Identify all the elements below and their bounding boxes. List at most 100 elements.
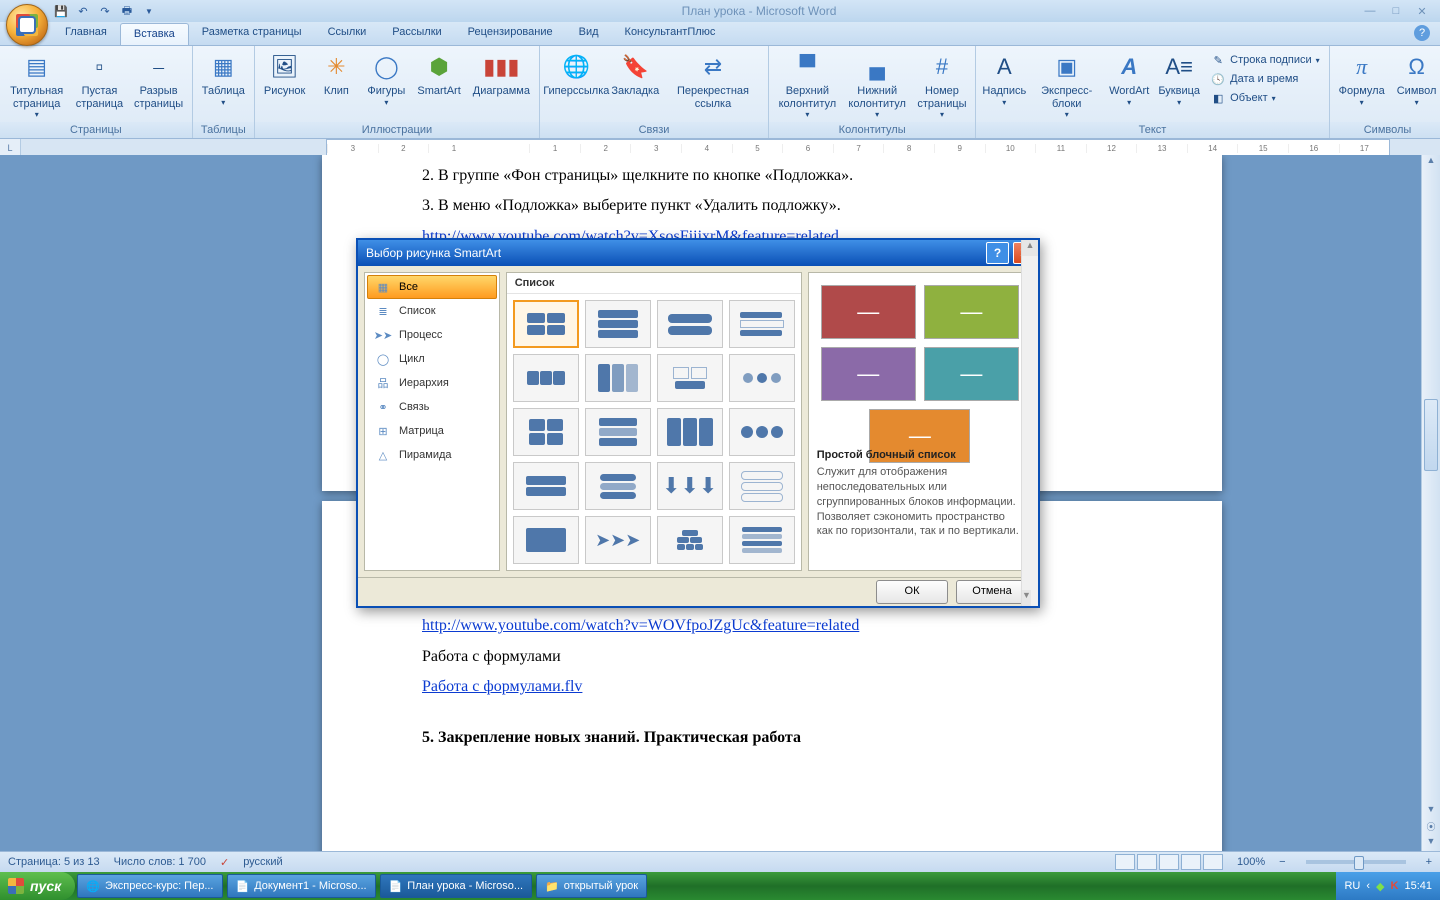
object-button[interactable]: ◧Объект ▾ [1208,89,1321,107]
tray-kaspersky-icon[interactable]: K [1391,880,1399,892]
cancel-button[interactable]: Отмена [956,580,1028,604]
layout-thumb[interactable] [729,354,795,402]
pagenum-button[interactable]: #Номер страницы [913,49,972,121]
ok-button[interactable]: ОК [876,580,948,604]
tray-language[interactable]: RU [1344,880,1360,892]
crossref-button[interactable]: ⇄Перекрестная ссылка [662,49,764,112]
spellcheck-icon[interactable]: ✓ [220,856,229,869]
tab-references[interactable]: Ссылки [315,22,380,45]
zoom-slider[interactable] [1306,860,1406,864]
footer-button[interactable]: ▄Нижний колонтитул [844,49,911,121]
bookmark-button[interactable]: 🔖Закладка [611,49,660,100]
taskbar-item[interactable]: 🌐 Экспресс-курс: Пер... [77,874,222,898]
zoom-level[interactable]: 100% [1237,856,1265,868]
close-button[interactable]: ✕ [1412,5,1432,18]
layout-thumb[interactable] [513,354,579,402]
prev-page-icon[interactable]: ⦿ [1422,820,1440,836]
layout-thumb[interactable] [513,516,579,564]
layout-thumb[interactable] [513,408,579,456]
status-page[interactable]: Страница: 5 из 13 [8,856,100,868]
tab-mailings[interactable]: Рассылки [379,22,454,45]
picture-button[interactable]: 🖼Рисунок [259,49,311,100]
chart-button[interactable]: ▮▮▮Диаграмма [468,49,535,100]
category-process[interactable]: ➤➤Процесс [367,323,497,347]
view-fullscreen[interactable] [1137,854,1157,870]
category-cycle[interactable]: ◯Цикл [367,347,497,371]
dialog-help-button[interactable]: ? [986,242,1009,264]
category-pyramid[interactable]: △Пирамида [367,443,497,467]
datetime-button[interactable]: 🕓Дата и время [1208,70,1321,88]
shapes-button[interactable]: ◯Фигуры [362,49,410,109]
print-icon[interactable]: 🖶 [118,2,136,20]
category-relationship[interactable]: ⚭Связь [367,395,497,419]
taskbar-item[interactable]: 📄 Документ1 - Microso... [227,874,376,898]
layout-thumb[interactable] [657,354,723,402]
layout-thumb[interactable] [513,300,579,348]
layout-thumb[interactable] [585,300,651,348]
wordart-button[interactable]: AWordArt [1105,49,1153,109]
symbol-button[interactable]: ΩСимвол [1392,49,1440,109]
zoom-out-button[interactable]: − [1279,856,1285,868]
table-button[interactable]: ▦Таблица [197,49,250,109]
clip-button[interactable]: ✳Клип [312,49,360,100]
layout-thumb[interactable] [657,300,723,348]
tray-clock[interactable]: 15:41 [1404,880,1432,892]
status-wordcount[interactable]: Число слов: 1 700 [114,856,206,868]
category-hierarchy[interactable]: 品Иерархия [367,371,497,395]
taskbar-item[interactable]: 📁 открытый урок [536,874,647,898]
hyperlink[interactable]: Работа с формулами.flv [422,678,582,695]
help-button[interactable]: ? [1414,25,1430,41]
hyperlink[interactable]: http://www.youtube.com/watch?v=WOVfpoJZg… [422,617,859,634]
layout-thumb[interactable] [513,462,579,510]
zoom-in-button[interactable]: + [1426,856,1432,868]
redo-icon[interactable]: ↷ [96,2,114,20]
layout-thumb[interactable]: ⬇⬇⬇ [657,462,723,510]
layout-thumb[interactable] [729,516,795,564]
layout-scrollbar[interactable]: ▲▼ [1021,240,1038,606]
start-button[interactable]: пуск [0,872,75,900]
tray-icon[interactable]: ‹ [1366,880,1370,892]
page-break-button[interactable]: ⎯Разрыв страницы [130,49,188,112]
layout-thumb[interactable] [729,462,795,510]
scroll-thumb[interactable] [1424,399,1438,471]
vertical-scrollbar[interactable]: ▲ ▼ ⦿ ▼ [1421,155,1440,852]
tray-icon[interactable]: ◆ [1376,880,1384,893]
next-page-icon[interactable]: ▼ [1422,836,1440,852]
tab-view[interactable]: Вид [566,22,612,45]
signatureline-button[interactable]: ✎Строка подписи ▾ [1208,51,1321,69]
status-language[interactable]: русский [243,856,282,868]
view-draft[interactable] [1203,854,1223,870]
minimize-button[interactable]: — [1360,5,1380,18]
tab-insert[interactable]: Вставка [120,23,189,45]
tab-pagelayout[interactable]: Разметка страницы [189,22,315,45]
taskbar-item[interactable]: 📄 План урока - Microso... [380,874,533,898]
view-print-layout[interactable] [1115,854,1135,870]
layout-thumb[interactable] [729,300,795,348]
undo-icon[interactable]: ↶ [74,2,92,20]
layout-thumb[interactable] [729,408,795,456]
scroll-down-icon[interactable]: ▼ [1422,804,1440,820]
tab-consultant[interactable]: КонсультантПлюс [612,22,729,45]
layout-thumb[interactable] [657,408,723,456]
tab-review[interactable]: Рецензирование [455,22,566,45]
view-web[interactable] [1159,854,1179,870]
maximize-button[interactable]: □ [1386,5,1406,18]
cover-page-button[interactable]: ▤Титульная страница [4,49,69,121]
layout-thumb[interactable] [585,462,651,510]
category-matrix[interactable]: ⊞Матрица [367,419,497,443]
category-list[interactable]: ≣Список [367,299,497,323]
hyperlink-button[interactable]: 🌐Гиперссылка [544,49,609,100]
tab-home[interactable]: Главная [52,22,120,45]
textbox-button[interactable]: AНадпись [980,49,1028,109]
blank-page-button[interactable]: ▫Пустая страница [71,49,127,112]
category-all[interactable]: ▦Все [367,275,497,299]
header-button[interactable]: ▀Верхний колонтитул [773,49,842,121]
view-outline[interactable] [1181,854,1201,870]
scroll-up-icon[interactable]: ▲ [1422,155,1440,171]
quickparts-button[interactable]: ▣Экспресс-блоки [1030,49,1103,121]
office-button[interactable] [6,4,48,46]
qat-dropdown-icon[interactable]: ▼ [140,2,158,20]
smartart-button[interactable]: ⬢SmartArt [412,49,465,100]
layout-thumb[interactable] [585,354,651,402]
dropcap-button[interactable]: A≡Буквица [1155,49,1203,109]
